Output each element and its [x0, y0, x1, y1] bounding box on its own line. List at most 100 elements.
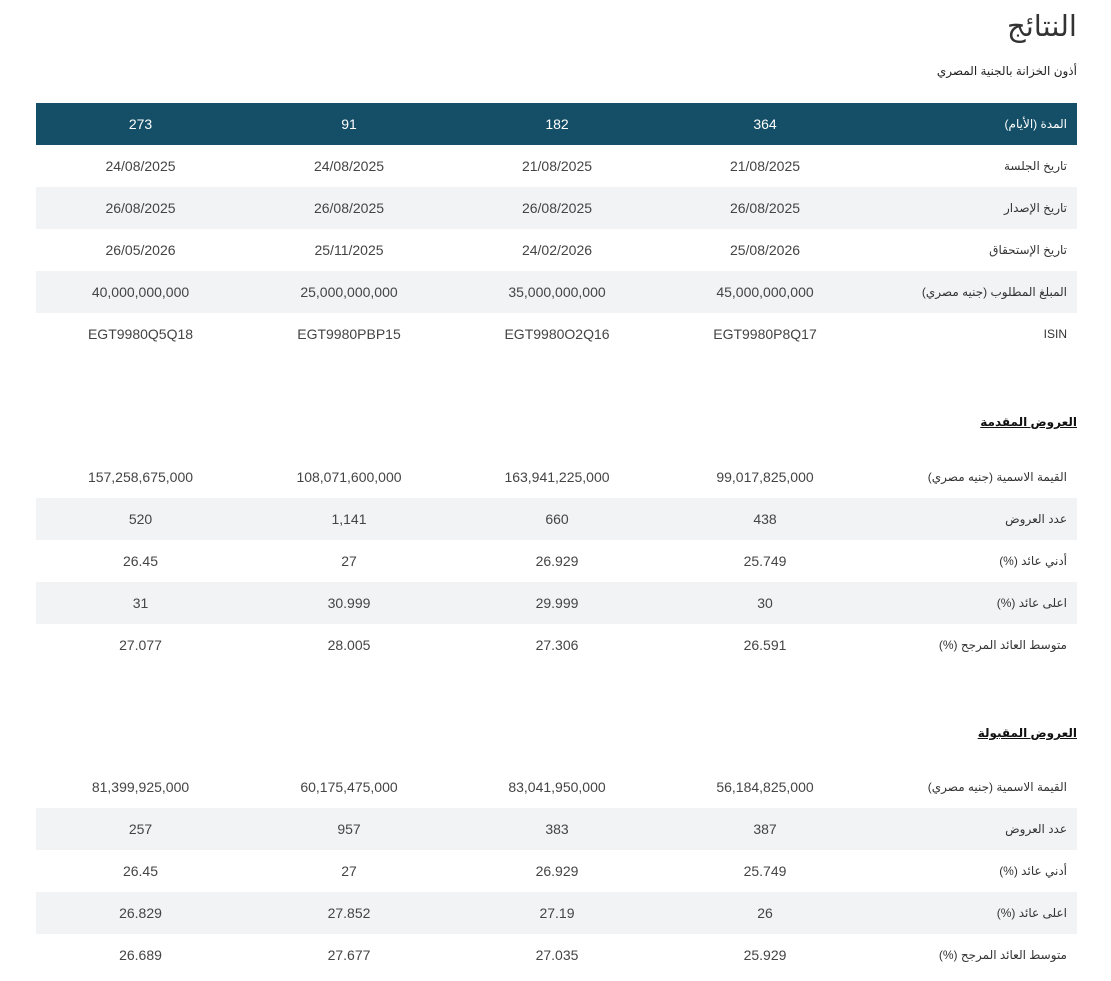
- row-label: القيمة الاسمية (جنيه مصري): [927, 470, 1067, 484]
- table-cell: 25/08/2026: [729, 242, 801, 258]
- table-cell: 30.999: [245, 582, 453, 624]
- row-label: أدني عائد (%): [999, 554, 1067, 568]
- offers-section-heading: العروض المقدمة: [980, 415, 1077, 429]
- table-cell: 30: [661, 582, 869, 624]
- table-cell: 27: [341, 863, 357, 879]
- table-cell: 83,041,950,000: [508, 779, 606, 795]
- table-cell: 26: [661, 892, 869, 934]
- table-row: تاريخ الإستحقاق 25/08/2026 24/02/2026 25…: [36, 229, 1077, 271]
- row-label: عدد العروض: [869, 498, 1077, 540]
- table-cell: 28.005: [327, 637, 371, 653]
- table-cell: 26/08/2025: [661, 187, 869, 229]
- table-cell: 40,000,000,000: [36, 271, 245, 313]
- row-label: المبلغ المطلوب (جنيه مصري): [869, 271, 1077, 313]
- table-cell: 27.852: [245, 892, 453, 934]
- table-cell: 438: [661, 498, 869, 540]
- table-cell: 27.035: [535, 947, 579, 963]
- duration-column-header: 273: [36, 103, 245, 145]
- row-label: متوسط العائد المرجح (%): [938, 948, 1067, 962]
- row-label: عدد العروض: [869, 808, 1077, 850]
- table-cell: 26.591: [743, 637, 787, 653]
- table-cell: 26/08/2025: [245, 187, 453, 229]
- row-label: تاريخ الإستحقاق: [989, 243, 1067, 257]
- table-row: متوسط العائد المرجح (%) 26.591 27.306 28…: [36, 624, 1077, 666]
- table-cell: 29.999: [453, 582, 661, 624]
- table-cell: 108,071,600,000: [296, 469, 402, 485]
- results-page: النتائج أذون الخزانة بالجنية المصري المد…: [0, 0, 1111, 981]
- table-cell: 1,141: [245, 498, 453, 540]
- table-row: أدني عائد (%) 25.749 26.929 27 26.45: [36, 850, 1077, 892]
- table-cell: 25/11/2025: [314, 242, 384, 258]
- table-cell: EGT9980O2Q16: [504, 326, 610, 342]
- table-cell: 26.45: [122, 863, 159, 879]
- table-cell: EGT9980Q5Q18: [87, 326, 194, 342]
- page-title: النتائج: [1006, 11, 1077, 43]
- row-label: اعلى عائد (%): [869, 582, 1077, 624]
- table-cell: 387: [661, 808, 869, 850]
- table-cell: 25,000,000,000: [245, 271, 453, 313]
- table-cell: 27.077: [119, 637, 162, 653]
- table-cell: 27.19: [453, 892, 661, 934]
- duration-column-header: 364: [661, 103, 869, 145]
- table-row: المبلغ المطلوب (جنيه مصري) 45,000,000,00…: [36, 271, 1077, 313]
- table-header-row: المدة (الأيام) 364 182 91 273: [36, 103, 1077, 145]
- table-cell: EGT9980PBP15: [297, 326, 401, 342]
- accepted-table: القيمة الاسمية (جنيه مصري) 56,184,825,00…: [36, 766, 1077, 976]
- table-row: تاريخ الجلسة 21/08/2025 21/08/2025 24/08…: [36, 145, 1077, 187]
- results-table: المدة (الأيام) 364 182 91 273 تاريخ الجل…: [36, 103, 1077, 355]
- table-cell: 35,000,000,000: [453, 271, 661, 313]
- table-cell: 31: [36, 582, 245, 624]
- table-cell: 25.929: [743, 947, 787, 963]
- duration-column-header: 91: [245, 103, 453, 145]
- row-label: اعلى عائد (%): [869, 892, 1077, 934]
- duration-column-header: 182: [453, 103, 661, 145]
- table-cell: 24/08/2025: [313, 158, 385, 174]
- table-row: اعلى عائد (%) 26 27.19 27.852 26.829: [36, 892, 1077, 934]
- table-row: اعلى عائد (%) 30 29.999 30.999 31: [36, 582, 1077, 624]
- table-cell: 21/08/2025: [521, 158, 593, 174]
- table-cell: 25.749: [743, 863, 787, 879]
- table-cell: 26/08/2025: [453, 187, 661, 229]
- table-cell: 81,399,925,000: [91, 779, 190, 795]
- row-label: القيمة الاسمية (جنيه مصري): [927, 780, 1067, 794]
- table-cell: 26/08/2025: [36, 187, 245, 229]
- table-cell: 520: [36, 498, 245, 540]
- table-cell: 257: [36, 808, 245, 850]
- table-cell: 24/08/2025: [105, 158, 176, 174]
- table-cell: 27: [341, 553, 357, 569]
- offers-table: القيمة الاسمية (جنيه مصري) 99,017,825,00…: [36, 456, 1077, 666]
- table-row: تاريخ الإصدار 26/08/2025 26/08/2025 26/0…: [36, 187, 1077, 229]
- table-cell: 26.689: [119, 947, 162, 963]
- row-label: أدني عائد (%): [999, 864, 1067, 878]
- table-cell: 383: [453, 808, 661, 850]
- table-cell: 24/02/2026: [521, 242, 593, 258]
- row-label: متوسط العائد المرجح (%): [938, 638, 1067, 652]
- table-row: القيمة الاسمية (جنيه مصري) 56,184,825,00…: [36, 766, 1077, 808]
- table-cell: 25.749: [743, 553, 787, 569]
- table-cell: 26.929: [535, 863, 579, 879]
- table-cell: 60,175,475,000: [300, 779, 398, 795]
- accepted-section-heading: العروض المقبولة: [977, 726, 1077, 740]
- table-cell: 56,184,825,000: [716, 779, 814, 795]
- table-row: القيمة الاسمية (جنيه مصري) 99,017,825,00…: [36, 456, 1077, 498]
- table-cell: 163,941,225,000: [504, 469, 610, 485]
- table-row: عدد العروض 387 383 957 257: [36, 808, 1077, 850]
- table-cell: 957: [245, 808, 453, 850]
- table-cell: 26.929: [535, 553, 579, 569]
- table-row: متوسط العائد المرجح (%) 25.929 27.035 27…: [36, 934, 1077, 976]
- duration-header-label: المدة (الأيام): [869, 103, 1077, 145]
- table-cell: 26/05/2026: [105, 242, 176, 258]
- table-cell: 157,258,675,000: [87, 469, 194, 485]
- table-cell: 27.677: [327, 947, 371, 963]
- table-cell: 21/08/2025: [729, 158, 801, 174]
- table-cell: 26.45: [122, 553, 159, 569]
- row-label: تاريخ الإصدار: [869, 187, 1077, 229]
- table-cell: 26.829: [36, 892, 245, 934]
- table-row: عدد العروض 438 660 1,141 520: [36, 498, 1077, 540]
- table-cell: 45,000,000,000: [661, 271, 869, 313]
- page-subtitle: أذون الخزانة بالجنية المصري: [936, 64, 1077, 78]
- row-label: تاريخ الجلسة: [1003, 159, 1067, 173]
- table-row: ISIN EGT9980P8Q17 EGT9980O2Q16 EGT9980PB…: [36, 313, 1077, 355]
- row-label: ISIN: [1043, 327, 1067, 341]
- table-row: أدني عائد (%) 25.749 26.929 27 26.45: [36, 540, 1077, 582]
